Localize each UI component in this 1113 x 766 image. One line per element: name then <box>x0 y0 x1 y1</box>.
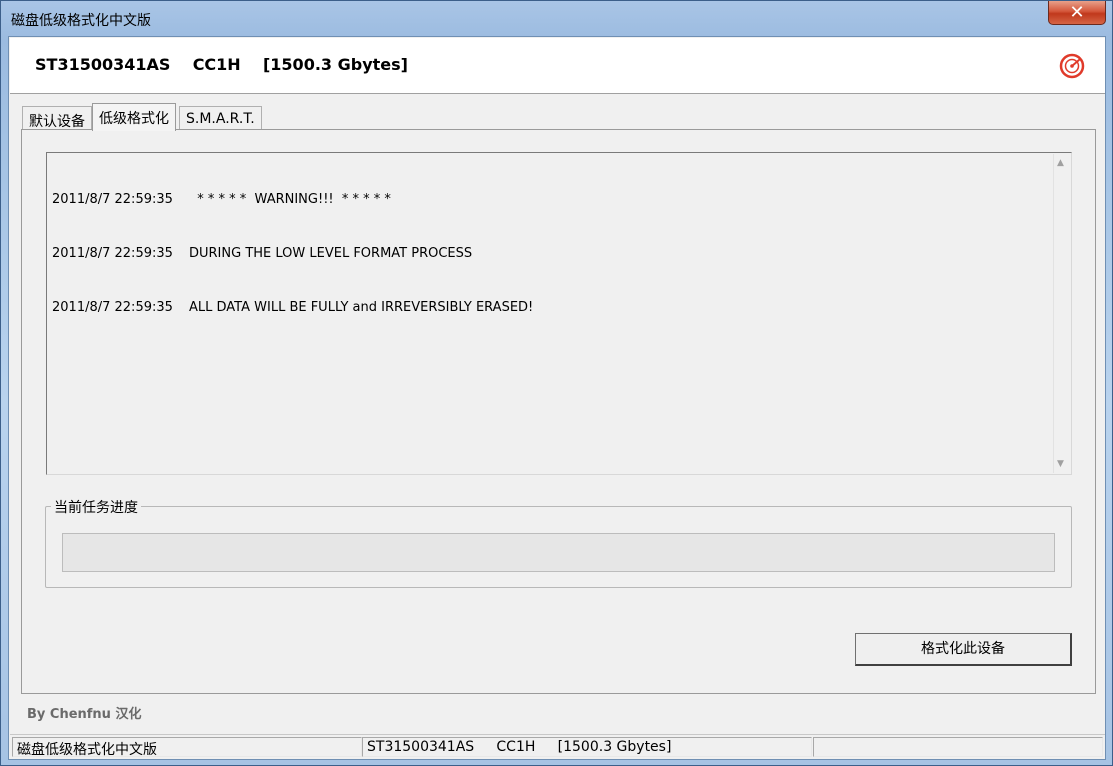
status-pane-device: ST31500341AS CC1H [1500.3 Gbytes] <box>362 737 812 757</box>
tab-low-level-format[interactable]: 低级格式化 <box>92 103 176 131</box>
tab-default-device[interactable]: 默认设备 <box>22 106 92 130</box>
device-header: ST31500341AS CC1H [1500.3 Gbytes] <box>10 38 1105 94</box>
log-time: 2011/8/7 22:59:35 <box>52 192 173 207</box>
scroll-up-arrow-icon[interactable]: ▲ <box>1057 158 1064 168</box>
status-pane-extra <box>813 737 1103 757</box>
progress-group-label: 当前任务进度 <box>51 497 141 517</box>
progress-group: 当前任务进度 <box>45 497 1072 588</box>
title-bar[interactable]: 磁盘低级格式化中文版 ✕ <box>1 1 1112 37</box>
tab-panel: 2011/8/7 22:59:35 * * * * * WARNING!!! *… <box>21 129 1096 694</box>
credit-text: By Chenfnu 汉化 <box>27 707 142 722</box>
client-area: ST31500341AS CC1H [1500.3 Gbytes] 默认设备 低… <box>8 36 1106 760</box>
log-message: DURING THE LOW LEVEL FORMAT PROCESS <box>189 246 473 261</box>
log-time: 2011/8/7 22:59:35 <box>52 300 173 315</box>
log-line: 2011/8/7 22:59:35 DURING THE LOW LEVEL F… <box>52 245 533 263</box>
close-icon: ✕ <box>1069 1 1085 23</box>
format-device-button[interactable]: 格式化此设备 <box>855 633 1072 666</box>
log-scrollbar[interactable]: ▲ ▼ <box>1053 154 1070 473</box>
device-title: ST31500341AS CC1H [1500.3 Gbytes] <box>35 55 408 74</box>
log-message: ALL DATA WILL BE FULLY and IRREVERSIBLY … <box>189 300 534 315</box>
app-window: 磁盘低级格式化中文版 ✕ ST31500341AS CC1H [1500.3 G… <box>0 0 1113 766</box>
log-line: 2011/8/7 22:59:35 ALL DATA WILL BE FULLY… <box>52 299 533 317</box>
status-bar: 磁盘低级格式化中文版 ST31500341AS CC1H [1500.3 Gby… <box>10 734 1105 758</box>
app-logo-icon <box>1059 53 1085 79</box>
tab-smart[interactable]: S.M.A.R.T. <box>179 106 262 130</box>
log-line: 2011/8/7 22:59:35 * * * * * WARNING!!! *… <box>52 191 533 209</box>
window-title: 磁盘低级格式化中文版 <box>11 13 151 29</box>
close-button[interactable]: ✕ <box>1048 1 1106 25</box>
log-lines: 2011/8/7 22:59:35 * * * * * WARNING!!! *… <box>52 155 533 353</box>
log-message: * * * * * WARNING!!! * * * * * <box>189 192 391 207</box>
log-time: 2011/8/7 22:59:35 <box>52 246 173 261</box>
log-list[interactable]: 2011/8/7 22:59:35 * * * * * WARNING!!! *… <box>46 152 1072 475</box>
scroll-down-arrow-icon[interactable]: ▼ <box>1057 459 1064 469</box>
status-pane-app: 磁盘低级格式化中文版 <box>12 737 362 757</box>
task-progress-bar <box>62 533 1055 572</box>
